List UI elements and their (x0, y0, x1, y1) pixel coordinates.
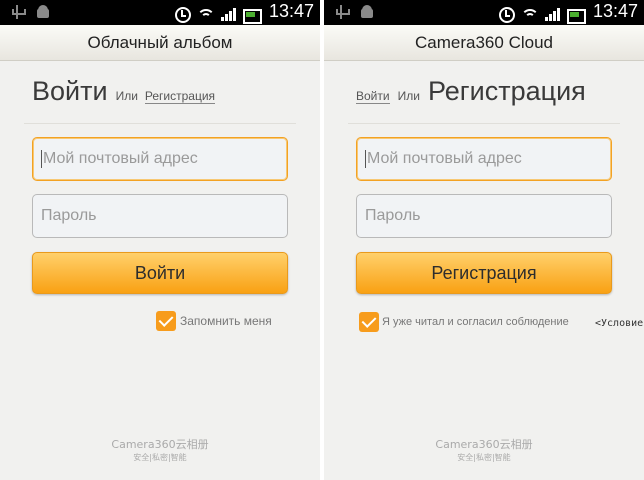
footer-tagline: 安全|私密|智能 (457, 453, 511, 462)
login-screen: 13:47 Облачный альбом Войти Или Регистра… (0, 0, 320, 480)
register-button[interactable]: Регистрация (356, 252, 612, 294)
email-placeholder: Мой почтовый адрес (367, 150, 522, 167)
android-icon (360, 5, 374, 19)
signal-icon (544, 7, 561, 23)
status-clock: 13:47 (592, 1, 638, 21)
text-caret (365, 149, 366, 168)
register-heading: Регистрация (427, 76, 586, 106)
remember-label: Запомнить меня (180, 314, 272, 328)
wifi-icon (520, 7, 539, 23)
auth-mode-switch: Войти Или Регистрация (32, 76, 216, 116)
password-field[interactable]: Пароль (32, 194, 288, 238)
signal-icon (220, 7, 237, 23)
usb-icon (10, 4, 26, 20)
text-caret (41, 149, 42, 168)
login-link[interactable]: Войти (356, 89, 390, 104)
login-button[interactable]: Войти (32, 252, 288, 294)
page-title: Облачный альбом (0, 25, 320, 61)
divider (24, 123, 296, 124)
email-field[interactable]: Мой почтовый адрес (356, 137, 612, 181)
agree-label: Я уже читал и согласил соблюдение (382, 316, 569, 328)
usb-icon (334, 4, 350, 20)
password-field[interactable]: Пароль (356, 194, 612, 238)
register-screen: 13:47 Camera360 Cloud Войти Или Регистра… (324, 0, 644, 480)
page-title: Camera360 Cloud (324, 25, 644, 61)
remember-checkbox[interactable] (156, 311, 176, 331)
wifi-icon (196, 7, 215, 23)
status-clock: 13:47 (268, 1, 314, 21)
password-placeholder: Пароль (365, 207, 421, 224)
register-link[interactable]: Регистрация (144, 89, 216, 104)
auth-mode-switch: Войти Или Регистрация (356, 76, 586, 116)
footer-brand: Camera360云相册 (111, 438, 209, 451)
status-bar: 13:47 (0, 0, 320, 25)
footer-brand: Camera360云相册 (435, 438, 533, 451)
email-field[interactable]: Мой почтовый адрес (32, 137, 288, 181)
agree-checkbox[interactable] (359, 312, 379, 332)
divider (348, 123, 620, 124)
login-heading: Войти (32, 76, 108, 106)
alarm-icon (497, 5, 515, 23)
android-icon (36, 5, 50, 19)
password-placeholder: Пароль (41, 207, 97, 224)
battery-icon (242, 8, 262, 24)
email-placeholder: Мой почтовый адрес (43, 150, 198, 167)
or-label: Или (115, 89, 138, 103)
or-label: Или (397, 89, 420, 103)
status-bar: 13:47 (324, 0, 644, 25)
battery-icon (566, 8, 586, 24)
footer-tagline: 安全|私密|智能 (133, 453, 187, 462)
alarm-icon (173, 5, 191, 23)
terms-link[interactable]: <Условие (595, 317, 644, 331)
